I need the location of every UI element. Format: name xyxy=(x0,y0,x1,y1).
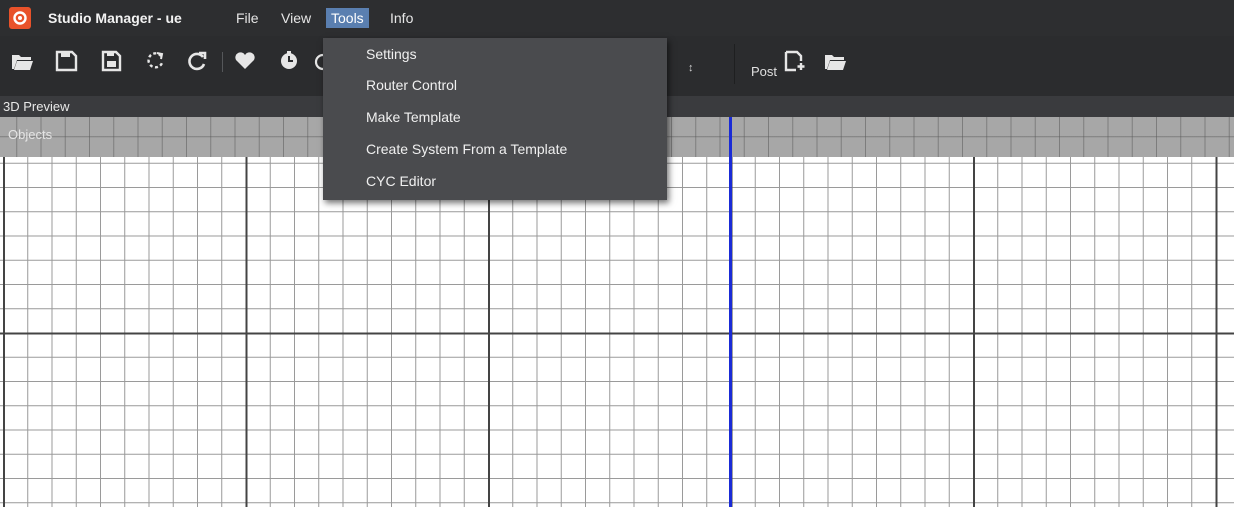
menu-item-settings[interactable]: Settings xyxy=(366,43,417,65)
save-all-icon[interactable] xyxy=(99,48,125,74)
menu-file[interactable]: File xyxy=(231,8,264,28)
heart-icon[interactable] xyxy=(232,48,258,74)
redo-icon[interactable] xyxy=(184,48,210,74)
open-folder-icon[interactable] xyxy=(822,48,848,74)
spinner-arrows-icon[interactable]: ↕ xyxy=(688,62,694,74)
menu-item-cyc-editor[interactable]: CYC Editor xyxy=(366,170,436,192)
post-label: Post xyxy=(751,64,778,79)
toolbar-section-divider xyxy=(734,44,735,84)
new-file-icon[interactable] xyxy=(782,48,808,74)
clock-icon[interactable] xyxy=(276,48,302,74)
menu-tools[interactable]: Tools xyxy=(326,8,369,28)
title-bar: Studio Manager - ue File View Tools Info xyxy=(0,0,1234,36)
open-folder-icon[interactable] xyxy=(9,48,35,74)
tools-dropdown-menu: Settings Router Control Make Template Cr… xyxy=(323,38,667,200)
app-logo-icon[interactable] xyxy=(9,7,31,29)
menu-item-create-system-from-template[interactable]: Create System From a Template xyxy=(366,138,567,160)
objects-label: Objects xyxy=(8,127,53,142)
undo-icon[interactable] xyxy=(142,48,168,74)
preview-panel-title: 3D Preview xyxy=(3,99,70,114)
toolbar-separator xyxy=(222,52,223,72)
menu-item-make-template[interactable]: Make Template xyxy=(366,106,461,128)
axis-line xyxy=(729,117,732,507)
viewport-grid[interactable] xyxy=(0,157,1234,507)
save-icon[interactable] xyxy=(53,48,79,74)
window-title: Studio Manager - ue xyxy=(48,10,182,26)
menu-view[interactable]: View xyxy=(276,8,316,28)
menu-info[interactable]: Info xyxy=(385,8,418,28)
menu-item-router-control[interactable]: Router Control xyxy=(366,74,457,96)
